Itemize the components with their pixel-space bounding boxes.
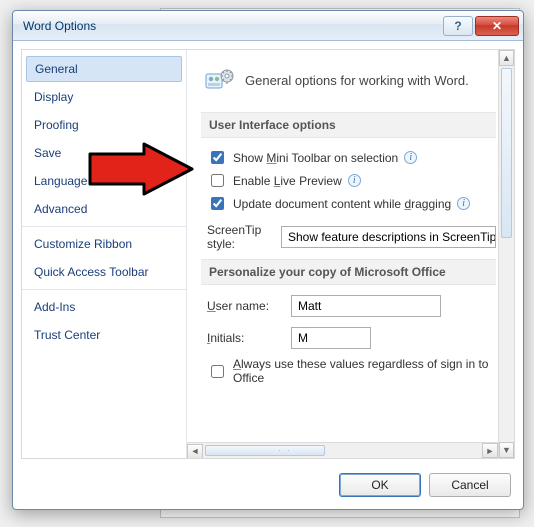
general-options-icon [205,66,235,94]
info-icon[interactable]: i [404,151,417,164]
close-icon: ✕ [492,19,502,33]
dialog-footer: OK Cancel [13,467,523,509]
page-header: General options for working with Word. [205,66,496,94]
nav-item-general[interactable]: General [26,56,182,82]
vertical-scrollbar[interactable]: ▲ ▼ [498,50,514,458]
initials-input[interactable] [291,327,371,349]
nav-item-language[interactable]: Language [22,168,186,194]
nav-item-add-ins[interactable]: Add-Ins [22,294,186,320]
username-label: User name: [207,299,283,313]
section-user-interface: User Interface options [201,112,496,138]
ok-button[interactable]: OK [339,473,421,497]
category-nav: General Display Proofing Save Language A… [22,50,187,458]
screentip-style-select[interactable]: Show feature descriptions in ScreenTips [281,226,496,248]
word-options-dialog: Word Options ? ✕ General Display Proofin… [12,10,524,510]
info-icon[interactable]: i [348,174,361,187]
opt-label: Update document content while dragging [233,197,451,211]
screentip-label: ScreenTip style: [207,223,273,251]
info-icon[interactable]: i [457,197,470,210]
scroll-down-arrow[interactable]: ▼ [499,442,514,458]
scroll-right-arrow[interactable]: ► [482,443,498,458]
page-header-text: General options for working with Word. [245,73,469,88]
titlebar: Word Options ? ✕ [13,11,523,41]
nav-separator [22,289,186,290]
initials-label: Initials: [207,331,283,345]
nav-item-proofing[interactable]: Proofing [22,112,186,138]
checkbox-update-dragging[interactable] [211,197,224,210]
horizontal-scrollbar[interactable]: ◄ ► [187,442,498,458]
opt-always-use-values[interactable]: Always use these values regardless of si… [207,357,496,385]
content-pane: General options for working with Word. U… [187,50,514,458]
username-row: User name: [207,295,496,317]
scroll-left-arrow[interactable]: ◄ [187,444,203,459]
nav-item-save[interactable]: Save [22,140,186,166]
checkbox-always-use-values[interactable] [211,365,224,378]
checkbox-show-mini-toolbar[interactable] [211,151,224,164]
nav-separator [22,226,186,227]
help-button[interactable]: ? [443,16,473,36]
opt-show-mini-toolbar[interactable]: Show Mini Toolbar on selection i [207,148,496,167]
username-input[interactable] [291,295,441,317]
nav-item-display[interactable]: Display [22,84,186,110]
dialog-title: Word Options [23,19,441,33]
nav-item-customize-ribbon[interactable]: Customize Ribbon [22,231,186,257]
cancel-button[interactable]: Cancel [429,473,511,497]
checkbox-enable-live-preview[interactable] [211,174,224,187]
dialog-body: General Display Proofing Save Language A… [21,49,515,459]
nav-item-quick-access-toolbar[interactable]: Quick Access Toolbar [22,259,186,285]
scroll-up-arrow[interactable]: ▲ [499,50,514,66]
initials-row: Initials: [207,327,496,349]
opt-label: Show Mini Toolbar on selection [233,151,398,165]
help-icon: ? [454,19,461,33]
nav-item-advanced[interactable]: Advanced [22,196,186,222]
section-personalize: Personalize your copy of Microsoft Offic… [201,259,496,285]
nav-item-trust-center[interactable]: Trust Center [22,322,186,348]
opt-label: Always use these values regardless of si… [233,357,496,385]
opt-update-dragging[interactable]: Update document content while dragging i [207,194,496,213]
screentip-style-row: ScreenTip style: Show feature descriptio… [207,223,496,251]
opt-enable-live-preview[interactable]: Enable Live Preview i [207,171,496,190]
scroll-thumb[interactable] [205,445,325,456]
close-button[interactable]: ✕ [475,16,519,36]
scroll-thumb[interactable] [501,68,512,238]
opt-label: Enable Live Preview [233,174,342,188]
